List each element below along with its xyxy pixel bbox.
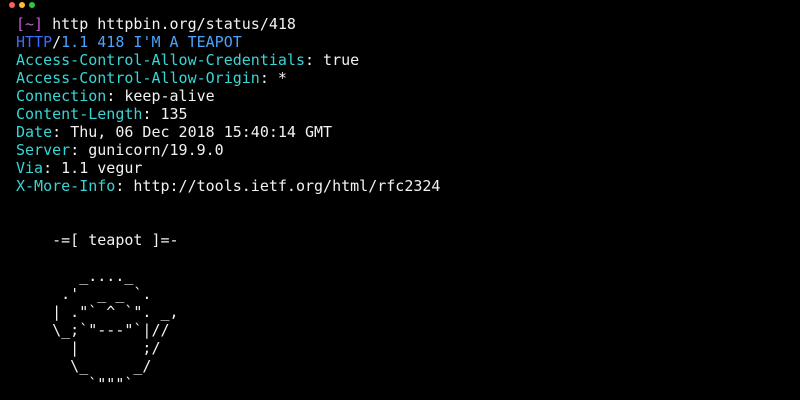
ascii-art-line: | ."` ^ `". _, <box>16 303 179 321</box>
status-text: 1.1 418 I'M A TEAPOT <box>61 33 242 51</box>
zoom-button[interactable] <box>29 2 35 8</box>
header-key: Connection <box>16 87 107 105</box>
header-key: Server <box>16 141 71 159</box>
prompt: [~] <box>16 15 44 33</box>
teapot-ascii-art: _...._ .' _ _ `. | ."` ^ `". _, \_;`"---… <box>16 267 790 393</box>
header-line: Server: gunicorn/19.9.0 <box>16 141 224 159</box>
header-value: 135 <box>160 105 188 123</box>
header-key: X-More-Info <box>16 177 116 195</box>
header-value: http://tools.ietf.org/html/rfc2324 <box>133 177 441 195</box>
protocol-separator: / <box>52 33 62 51</box>
header-line: Content-Length: 135 <box>16 105 188 123</box>
header-key: Date <box>16 123 53 141</box>
header-value: * <box>277 69 287 87</box>
ascii-art-line: _...._ <box>16 267 134 285</box>
header-key: Access-Control-Allow-Credentials <box>16 51 305 69</box>
ascii-art-line: | ;/ <box>16 339 161 357</box>
window-controls <box>9 2 35 8</box>
status-line: HTTP/1.1 418 I'M A TEAPOT <box>16 33 790 51</box>
terminal-window[interactable]: [~] http httpbin.org/status/418 HTTP/1.1… <box>0 0 800 400</box>
header-key: Access-Control-Allow-Origin <box>16 69 260 87</box>
header-line: Connection: keep-alive <box>16 87 215 105</box>
header-line: Date: Thu, 06 Dec 2018 15:40:14 GMT <box>16 123 333 141</box>
header-line: X-More-Info: http://tools.ietf.org/html/… <box>16 177 441 195</box>
header-key: Content-Length <box>16 105 143 123</box>
command-line: [~] http httpbin.org/status/418 <box>16 15 790 33</box>
body-title: -=[ teapot ]=- <box>16 231 179 249</box>
command-text: http httpbin.org/status/418 <box>52 15 296 33</box>
header-value: keep-alive <box>124 87 215 105</box>
ascii-art-line: \_ _/ <box>16 357 152 375</box>
close-button[interactable] <box>9 2 15 8</box>
http-protocol: HTTP <box>16 33 53 51</box>
ascii-art-line: .' _ _ `. <box>16 285 152 303</box>
ascii-art-line: \_;`"---"`|// <box>16 321 170 339</box>
header-value: true <box>323 51 360 69</box>
header-value: 1.1 vegur <box>61 159 143 177</box>
header-key: Via <box>16 159 44 177</box>
minimize-button[interactable] <box>19 2 25 8</box>
terminal-output: [~] http httpbin.org/status/418 HTTP/1.1… <box>16 15 790 393</box>
header-value: gunicorn/19.9.0 <box>88 141 224 159</box>
header-value: Thu, 06 Dec 2018 15:40:14 GMT <box>70 123 333 141</box>
header-line: Access-Control-Allow-Origin: * <box>16 69 287 87</box>
header-line: Via: 1.1 vegur <box>16 159 143 177</box>
header-line: Access-Control-Allow-Credentials: true <box>16 51 360 69</box>
ascii-art-line: `"""` <box>16 375 134 393</box>
